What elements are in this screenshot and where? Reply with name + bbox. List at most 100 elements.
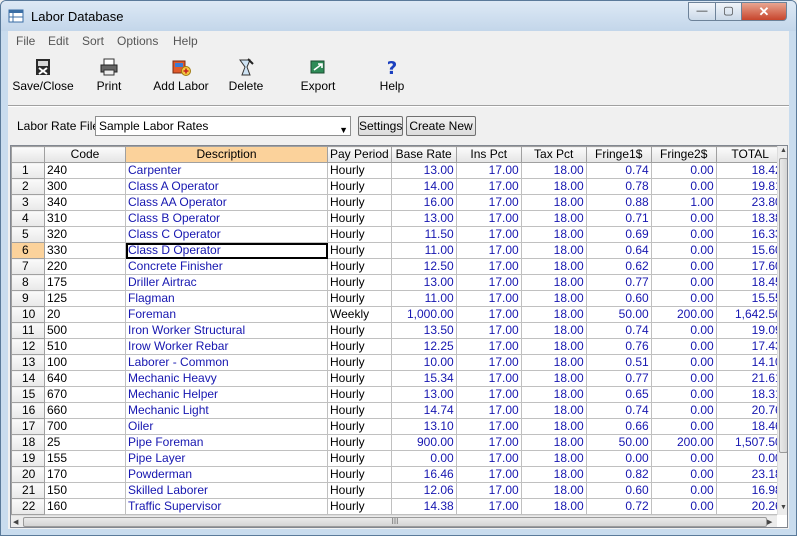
cell-description[interactable]: Traffic Supervisor	[125, 498, 328, 515]
cell-fringe2[interactable]: 0.00	[650, 322, 717, 339]
cell-fringe1[interactable]: 50.00	[585, 306, 652, 323]
cell-base-rate[interactable]: 13.00	[390, 274, 457, 291]
cell-fringe1[interactable]: 0.60	[585, 482, 652, 499]
cell-description[interactable]: Irow Worker Rebar	[125, 338, 328, 355]
cell-description[interactable]: Foreman	[125, 306, 328, 323]
grid-corner[interactable]	[11, 146, 45, 163]
column-header-pay-period[interactable]: Pay Period	[327, 146, 392, 163]
scroll-left-icon[interactable]: ◀	[13, 518, 18, 526]
cell-tax-pct[interactable]: 18.00	[520, 226, 587, 243]
cell-pay-period[interactable]: Hourly	[327, 322, 392, 339]
cell-tax-pct[interactable]: 18.00	[520, 370, 587, 387]
labor-grid[interactable]: Code Description Pay Period Base Rate Ins Pc…	[10, 145, 788, 528]
cell-code[interactable]: 700	[44, 418, 126, 435]
cell-fringe1[interactable]: 0.72	[585, 498, 652, 515]
menu-file[interactable]: File	[16, 34, 35, 48]
cell-pay-period[interactable]: Hourly	[327, 178, 392, 195]
cell-code[interactable]: 160	[44, 498, 126, 515]
table-row[interactable]: 19 155 Pipe Layer Hourly 0.00 17.00 18.00 0.00 0…	[11, 450, 785, 467]
cell-code[interactable]: 500	[44, 322, 126, 339]
table-row[interactable]: 6 330 Class D Operator Hourly 11.00 17.00 18.0…	[11, 242, 785, 259]
column-header-fringe2[interactable]: Fringe2$	[650, 146, 717, 163]
row-number[interactable]: 10	[11, 306, 45, 323]
menu-sort[interactable]: Sort	[82, 34, 104, 48]
row-number[interactable]: 19	[11, 450, 45, 467]
cell-tax-pct[interactable]: 18.00	[520, 194, 587, 211]
column-header-tax-pct[interactable]: Tax Pct	[520, 146, 587, 163]
cell-ins-pct[interactable]: 17.00	[455, 354, 522, 371]
cell-description[interactable]: Flagman	[125, 290, 328, 307]
create-new-button[interactable]: Create New	[406, 116, 476, 136]
cell-base-rate[interactable]: 11.00	[390, 242, 457, 259]
horizontal-scrollbar[interactable]: ◀ III ▶	[11, 515, 777, 527]
cell-code[interactable]: 310	[44, 210, 126, 227]
cell-ins-pct[interactable]: 17.00	[455, 194, 522, 211]
cell-pay-period[interactable]: Hourly	[327, 418, 392, 435]
cell-total[interactable]: 21.61	[715, 370, 785, 387]
cell-ins-pct[interactable]: 17.00	[455, 258, 522, 275]
cell-ins-pct[interactable]: 17.00	[455, 290, 522, 307]
cell-ins-pct[interactable]: 17.00	[455, 274, 522, 291]
cell-total[interactable]: 19.09	[715, 322, 785, 339]
row-number[interactable]: 7	[11, 258, 45, 275]
cell-tax-pct[interactable]: 18.00	[520, 354, 587, 371]
cell-fringe1[interactable]: 0.64	[585, 242, 652, 259]
row-number[interactable]: 15	[11, 386, 45, 403]
cell-fringe2[interactable]: 0.00	[650, 274, 717, 291]
cell-description[interactable]: Mechanic Helper	[125, 386, 328, 403]
cell-fringe1[interactable]: 0.77	[585, 274, 652, 291]
cell-total[interactable]: 1,642.50	[715, 306, 785, 323]
cell-fringe2[interactable]: 0.00	[650, 162, 717, 179]
row-number[interactable]: 3	[11, 194, 45, 211]
cell-description[interactable]: Pipe Layer	[125, 450, 328, 467]
cell-fringe2[interactable]: 1.00	[650, 194, 717, 211]
cell-ins-pct[interactable]: 17.00	[455, 450, 522, 467]
cell-tax-pct[interactable]: 18.00	[520, 242, 587, 259]
cell-pay-period[interactable]: Hourly	[327, 402, 392, 419]
cell-total[interactable]: 17.43	[715, 338, 785, 355]
cell-base-rate[interactable]: 13.10	[390, 418, 457, 435]
delete-button[interactable]: Delete	[225, 53, 267, 99]
cell-code[interactable]: 25	[44, 434, 126, 451]
cell-base-rate[interactable]: 13.00	[390, 386, 457, 403]
cell-base-rate[interactable]: 16.46	[390, 466, 457, 483]
cell-tax-pct[interactable]: 18.00	[520, 498, 587, 515]
menu-options[interactable]: Options	[117, 34, 158, 48]
vertical-scroll-thumb[interactable]	[779, 158, 787, 453]
cell-total[interactable]: 18.38	[715, 210, 785, 227]
export-button[interactable]: Export	[298, 53, 338, 99]
title-bar[interactable]: Labor Database — ▢ ✕	[1, 1, 796, 31]
cell-base-rate[interactable]: 15.34	[390, 370, 457, 387]
table-row[interactable]: 13 100 Laborer - Common Hourly 10.00 17.00 18.…	[11, 354, 785, 371]
cell-base-rate[interactable]: 13.00	[390, 162, 457, 179]
cell-fringe2[interactable]: 0.00	[650, 210, 717, 227]
cell-fringe1[interactable]: 0.00	[585, 450, 652, 467]
print-button[interactable]: Print	[90, 53, 128, 99]
cell-pay-period[interactable]: Hourly	[327, 386, 392, 403]
cell-fringe1[interactable]: 0.78	[585, 178, 652, 195]
cell-base-rate[interactable]: 16.00	[390, 194, 457, 211]
cell-pay-period[interactable]: Hourly	[327, 194, 392, 211]
cell-fringe1[interactable]: 0.76	[585, 338, 652, 355]
cell-ins-pct[interactable]: 17.00	[455, 242, 522, 259]
cell-code[interactable]: 175	[44, 274, 126, 291]
cell-fringe1[interactable]: 0.65	[585, 386, 652, 403]
cell-fringe1[interactable]: 0.77	[585, 370, 652, 387]
cell-total[interactable]: 14.10	[715, 354, 785, 371]
row-number[interactable]: 17	[11, 418, 45, 435]
minimize-button[interactable]: —	[688, 2, 716, 21]
table-row[interactable]: 10 20 Foreman Weekly 1,000.00 17.00 18.00 50.00…	[11, 306, 785, 323]
cell-description[interactable]: Class D Operator	[125, 242, 328, 259]
cell-tax-pct[interactable]: 18.00	[520, 418, 587, 435]
cell-fringe2[interactable]: 0.00	[650, 386, 717, 403]
column-header-base-rate[interactable]: Base Rate	[390, 146, 457, 163]
cell-pay-period[interactable]: Hourly	[327, 226, 392, 243]
table-row[interactable]: 2 300 Class A Operator Hourly 14.00 17.00 18.0…	[11, 178, 785, 195]
save-close-button[interactable]: Save/Close	[11, 53, 75, 99]
cell-fringe1[interactable]: 0.74	[585, 402, 652, 419]
cell-description[interactable]: Mechanic Heavy	[125, 370, 328, 387]
cell-fringe1[interactable]: 0.69	[585, 226, 652, 243]
row-number[interactable]: 12	[11, 338, 45, 355]
cell-fringe1[interactable]: 0.88	[585, 194, 652, 211]
cell-base-rate[interactable]: 13.50	[390, 322, 457, 339]
